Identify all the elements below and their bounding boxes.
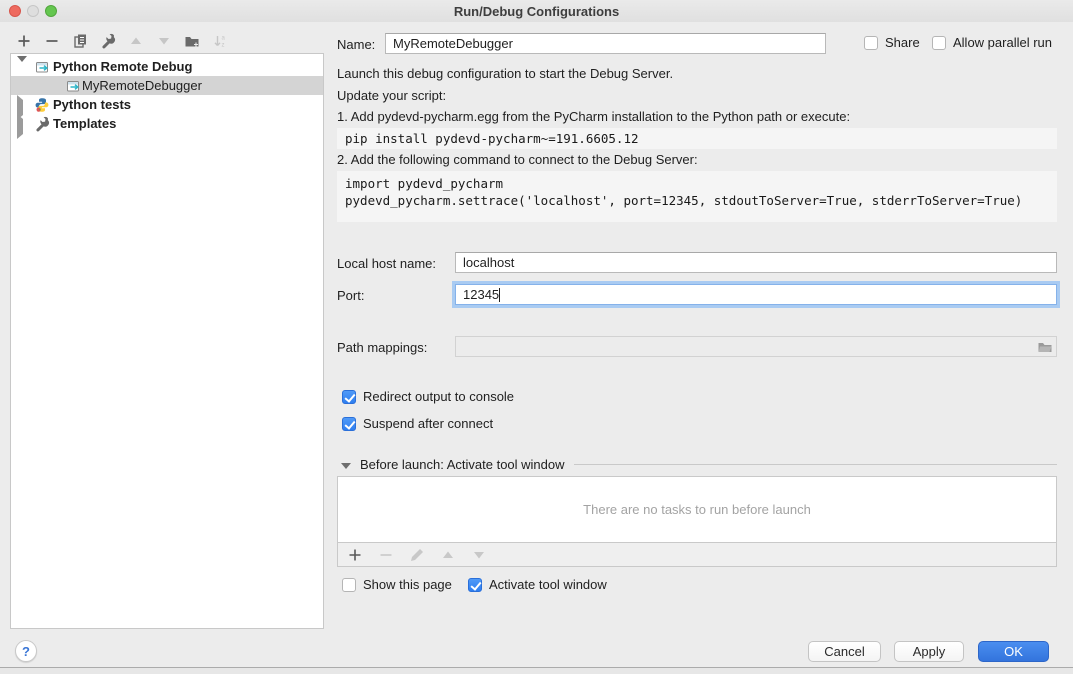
- tree-item-label: Python tests: [53, 97, 131, 112]
- remote-debug-config-icon: [34, 59, 50, 75]
- activate-tool-window-row: Activate tool window: [468, 577, 607, 592]
- pip-command-code: pip install pydevd-pycharm~=191.6605.12: [337, 128, 1057, 149]
- tree-item-templates[interactable]: Templates: [11, 114, 323, 133]
- path-mappings-input: [455, 336, 1057, 357]
- sort-alphabetically-icon: az: [212, 33, 228, 49]
- port-input[interactable]: [455, 284, 1057, 305]
- redirect-output-label: Redirect output to console: [363, 389, 514, 404]
- tree-item-python-remote-debug[interactable]: Python Remote Debug: [11, 57, 323, 76]
- remove-configuration-icon[interactable]: [44, 33, 60, 49]
- name-input[interactable]: [385, 33, 826, 54]
- edit-task-icon: [409, 547, 425, 563]
- run-debug-configurations-dialog: Run/Debug Configurations az: [0, 0, 1073, 674]
- update-script-text: Update your script:: [337, 88, 446, 103]
- help-button[interactable]: ?: [15, 640, 37, 662]
- allow-parallel-run-checkbox-row: Allow parallel run: [932, 35, 1052, 50]
- move-task-down-icon: [471, 547, 487, 563]
- before-launch-header[interactable]: Before launch: Activate tool window: [337, 457, 1057, 472]
- tree-item-label: Templates: [53, 116, 116, 131]
- copy-configuration-icon[interactable]: [72, 33, 88, 49]
- move-up-icon: [128, 33, 144, 49]
- expand-collapse-icon[interactable]: [17, 119, 27, 129]
- before-launch-task-list[interactable]: There are no tasks to run before launch: [337, 476, 1057, 543]
- allow-parallel-run-checkbox[interactable]: [932, 36, 946, 50]
- expand-collapse-icon[interactable]: [17, 100, 27, 110]
- activate-tool-window-label: Activate tool window: [489, 577, 607, 592]
- settrace-code-block: import pydevd_pycharm pydevd_pycharm.set…: [337, 171, 1057, 222]
- suspend-after-connect-row: Suspend after connect: [342, 416, 493, 431]
- show-this-page-row: Show this page: [342, 577, 452, 592]
- code-line-2: pydevd_pycharm.settrace('localhost', por…: [345, 192, 1049, 209]
- remote-debug-config-icon: [65, 78, 81, 94]
- name-label: Name:: [337, 37, 375, 52]
- cancel-button[interactable]: Cancel: [808, 641, 881, 662]
- path-mappings-label: Path mappings:: [337, 340, 427, 355]
- text-caret: [499, 288, 500, 302]
- show-this-page-label: Show this page: [363, 577, 452, 592]
- tree-item-label: Python Remote Debug: [53, 59, 192, 74]
- activate-tool-window-checkbox[interactable]: [468, 578, 482, 592]
- tree-item-python-tests[interactable]: Python tests: [11, 95, 323, 114]
- collapse-section-icon[interactable]: [341, 463, 351, 469]
- add-configuration-icon[interactable]: [16, 33, 32, 49]
- svg-text:a: a: [222, 36, 226, 42]
- add-task-icon[interactable]: [347, 547, 363, 563]
- help-question-icon: ?: [22, 644, 30, 659]
- python-tests-icon: [34, 97, 50, 113]
- wrench-icon: [34, 116, 50, 132]
- configuration-editor: Name: Share Allow parallel run Launch th…: [337, 0, 1059, 674]
- folder-browse-icon: [1037, 339, 1053, 355]
- tree-item-my-remote-debugger[interactable]: MyRemoteDebugger: [11, 76, 323, 95]
- section-divider: [574, 464, 1057, 465]
- share-label: Share: [885, 35, 920, 50]
- allow-parallel-run-label: Allow parallel run: [953, 35, 1052, 50]
- configurations-tree: Python Remote Debug MyRemoteDebugger Pyt…: [10, 53, 324, 629]
- redirect-output-row: Redirect output to console: [342, 389, 514, 404]
- suspend-after-connect-checkbox[interactable]: [342, 417, 356, 431]
- remove-task-icon: [378, 547, 394, 563]
- before-launch-title: Before launch: Activate tool window: [360, 457, 565, 472]
- window-bottom-edge: [0, 667, 1073, 674]
- svg-text:z: z: [222, 43, 225, 49]
- local-host-name-input[interactable]: [455, 252, 1057, 273]
- configurations-toolbar: az: [16, 32, 228, 50]
- apply-button[interactable]: Apply: [894, 641, 964, 662]
- expand-collapse-icon[interactable]: [17, 62, 27, 72]
- empty-tasks-message: There are no tasks to run before launch: [583, 502, 811, 517]
- code-line-1: import pydevd_pycharm: [345, 175, 1049, 192]
- suspend-after-connect-label: Suspend after connect: [363, 416, 493, 431]
- share-checkbox[interactable]: [864, 36, 878, 50]
- step1-text: 1. Add pydevd-pycharm.egg from the PyCha…: [337, 109, 850, 124]
- tree-item-label: MyRemoteDebugger: [82, 78, 202, 93]
- redirect-output-checkbox[interactable]: [342, 390, 356, 404]
- move-down-icon: [156, 33, 172, 49]
- move-task-up-icon: [440, 547, 456, 563]
- local-host-name-label: Local host name:: [337, 256, 436, 271]
- ok-button[interactable]: OK: [978, 641, 1049, 662]
- new-folder-icon[interactable]: [184, 33, 200, 49]
- before-launch-toolbar: [337, 542, 1057, 567]
- intro-text: Launch this debug configuration to start…: [337, 66, 673, 81]
- edit-templates-icon[interactable]: [100, 33, 116, 49]
- share-checkbox-row: Share: [864, 35, 920, 50]
- port-label: Port:: [337, 288, 364, 303]
- step2-text: 2. Add the following command to connect …: [337, 152, 698, 167]
- show-this-page-checkbox[interactable]: [342, 578, 356, 592]
